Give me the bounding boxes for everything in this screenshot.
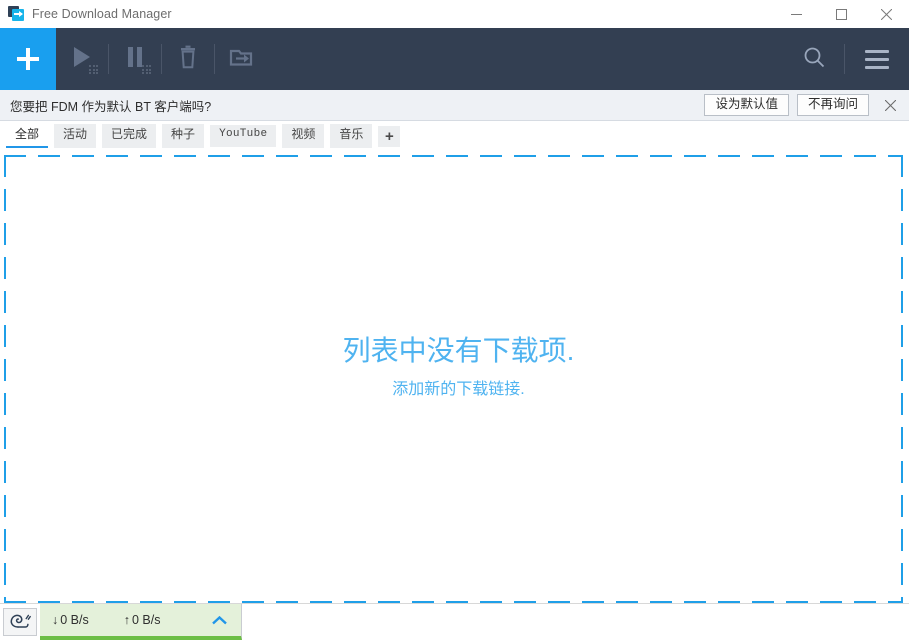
toolbar-spacer [267,28,784,90]
notification-message: 您要把 FDM 作为默认 BT 客户端吗? [10,96,211,115]
tab-video[interactable]: 视频 [282,124,324,148]
folder-arrow-icon [229,47,253,72]
window-controls [774,0,909,28]
window-title: Free Download Manager [32,7,172,21]
speed-limit-button[interactable] [3,608,37,636]
speed-summary-panel[interactable]: ↓ 0 B/s ↑ 0 B/s [40,604,242,640]
download-arrow-icon: ↓ [52,613,58,627]
empty-state: 列表中没有下载项. 添加新的下载链接. [4,333,909,399]
search-button[interactable] [784,28,844,90]
upload-speed-value: 0 B/s [132,613,161,627]
search-icon [803,46,825,73]
tab-torrents[interactable]: 种子 [162,124,204,148]
plus-icon [17,48,39,70]
trash-icon [178,45,198,74]
download-list-area: 列表中没有下载项. 添加新的下载链接. [0,151,909,603]
upload-speed-item: ↑ 0 B/s [124,613,161,627]
bt-default-notification-bar: 您要把 FDM 作为默认 BT 客户端吗? 设为默认值 不再询问 [0,90,909,121]
minimize-button[interactable] [774,0,819,28]
add-tab-button[interactable]: + [378,126,400,147]
notification-close-icon[interactable] [877,94,903,116]
fdm-download-arrow-icon [8,6,24,22]
set-as-default-button[interactable]: 设为默认值 [704,94,789,117]
tab-completed[interactable]: 已完成 [102,124,156,148]
drop-zone[interactable]: 列表中没有下载项. 添加新的下载链接. [4,155,903,603]
toolbar-actions [56,28,267,90]
tab-music[interactable]: 音乐 [330,124,372,148]
add-download-button[interactable] [0,28,56,90]
empty-state-subtitle: 添加新的下载链接. [4,375,909,399]
pause-download-button[interactable] [109,28,161,90]
start-download-button[interactable] [56,28,108,90]
maximize-button[interactable] [819,0,864,28]
delete-download-button[interactable] [162,28,214,90]
empty-state-title: 列表中没有下载项. [4,333,909,368]
pause-options-dots-icon [142,65,151,74]
move-download-button[interactable] [215,28,267,90]
fdm-window: Free Download Manager [0,0,909,640]
upload-arrow-icon: ↑ [124,613,130,627]
chevron-up-icon[interactable] [212,614,227,627]
download-speed-value: 0 B/s [60,613,89,627]
main-toolbar [0,28,909,90]
hamburger-menu-icon [865,50,889,69]
dont-ask-again-button[interactable]: 不再询问 [797,94,869,117]
title-bar: Free Download Manager [0,0,909,28]
tab-active[interactable]: 活动 [54,124,96,148]
status-bar: ↓ 0 B/s ↑ 0 B/s [0,603,909,640]
notification-actions: 设为默认值 不再询问 [704,94,909,117]
download-speed-item: ↓ 0 B/s [52,613,89,627]
play-options-dots-icon [89,65,98,74]
filter-tab-bar: 全部 活动 已完成 种子 YouTube 视频 音乐 + [0,121,909,151]
main-menu-button[interactable] [845,28,909,90]
tab-youtube[interactable]: YouTube [210,125,276,148]
close-button[interactable] [864,0,909,28]
snail-icon [9,611,31,634]
tab-all[interactable]: 全部 [6,124,48,148]
